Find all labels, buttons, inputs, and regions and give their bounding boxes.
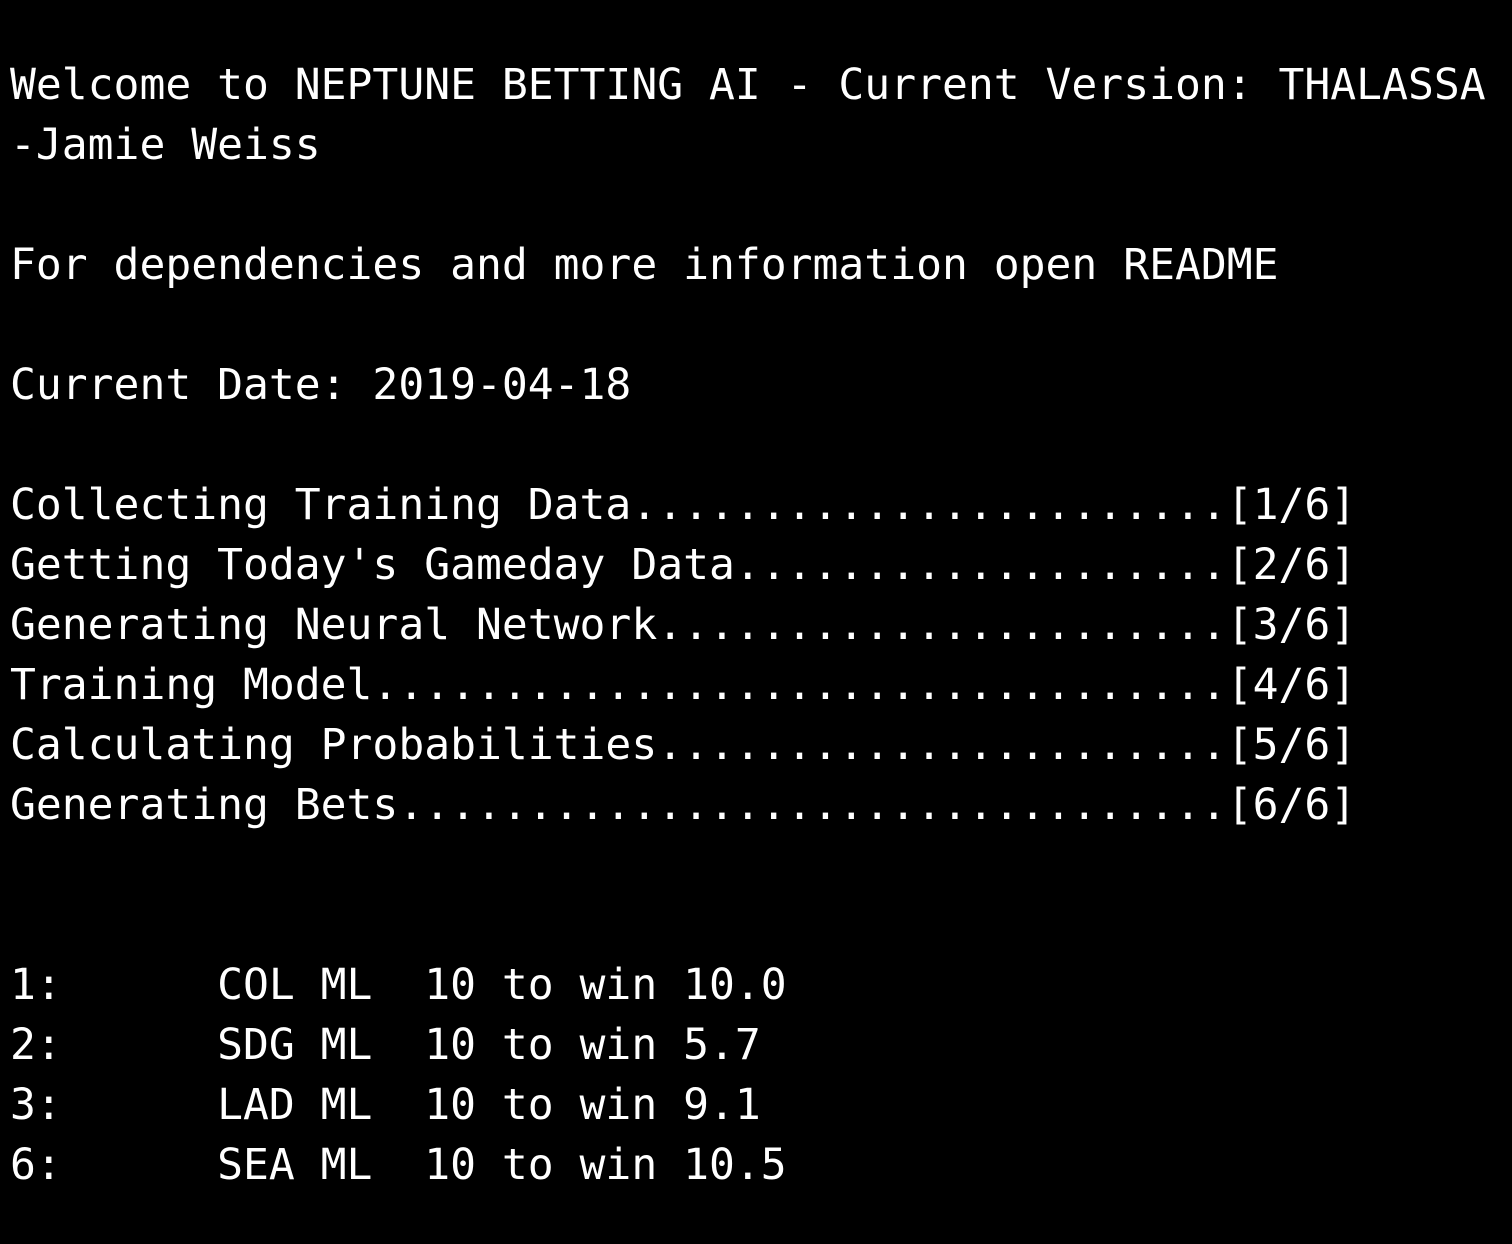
progress-line-probabilities: Calculating Probabilities...............… — [10, 720, 1357, 770]
progress-line-collecting: Collecting Training Data................… — [10, 480, 1357, 530]
bet-line: 1: COL ML 10 to win 10.0 — [10, 960, 787, 1010]
terminal-output: Welcome to NEPTUNE BETTING AI - Current … — [10, 55, 1510, 1195]
bet-line: 6: SEA ML 10 to win 10.5 — [10, 1140, 787, 1190]
progress-line-network: Generating Neural Network...............… — [10, 600, 1357, 650]
date-line: Current Date: 2019-04-18 — [10, 360, 632, 410]
progress-line-gameday: Getting Today's Gameday Data............… — [10, 540, 1357, 590]
bet-line: 3: LAD ML 10 to win 9.1 — [10, 1080, 761, 1130]
author-line: -Jamie Weiss — [10, 120, 321, 170]
progress-line-training: Training Model..........................… — [10, 660, 1357, 710]
progress-line-bets: Generating Bets.........................… — [10, 780, 1357, 830]
readme-line: For dependencies and more information op… — [10, 240, 1279, 290]
bet-line: 2: SDG ML 10 to win 5.7 — [10, 1020, 761, 1070]
welcome-line: Welcome to NEPTUNE BETTING AI - Current … — [10, 60, 1486, 110]
